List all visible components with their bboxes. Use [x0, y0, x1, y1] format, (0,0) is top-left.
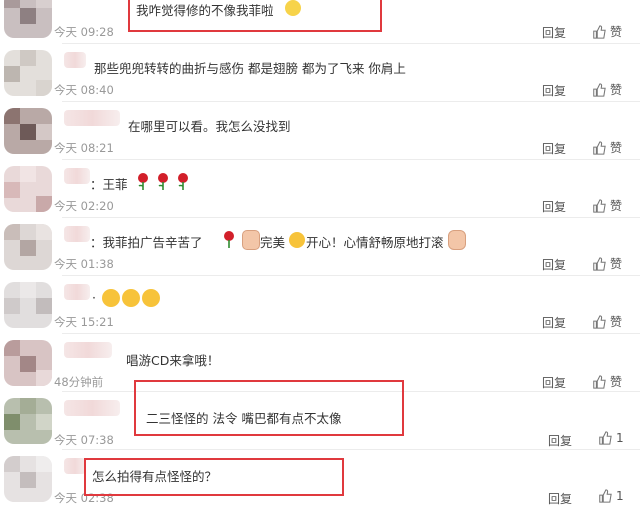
rose-icon: [136, 172, 150, 190]
like-label: 赞: [610, 199, 623, 213]
heart-eyes-icon: [102, 289, 120, 307]
avatar[interactable]: [4, 224, 52, 270]
highlight-box: [84, 458, 344, 496]
comment-time: 今天 15:21: [54, 315, 114, 329]
avatar[interactable]: [4, 0, 52, 38]
smile-face-icon: [289, 232, 305, 248]
avatar[interactable]: [4, 398, 52, 444]
thumbs-up-icon: [593, 140, 606, 155]
thumbs-up-emoji-icon: [242, 230, 260, 250]
comment-text-3: 开心！心情舒畅原地打滚: [306, 235, 444, 250]
comment-time: 48分钟前: [54, 375, 104, 389]
comment-row: 那些兜兜转转的曲折与感伤 都是翅膀 都为了飞来 你肩上 今天 08:40 回复 …: [0, 44, 640, 102]
username[interactable]: [64, 52, 86, 68]
like-button[interactable]: 赞: [592, 81, 622, 98]
username[interactable]: [64, 458, 86, 474]
avatar[interactable]: [4, 282, 52, 328]
comment-text: ·: [92, 290, 96, 305]
avatar[interactable]: [4, 340, 52, 386]
comment-text: 那些兜兜转转的曲折与感伤 都是翅膀 都为了飞来 你肩上: [94, 61, 406, 76]
comment-text-2: 完美: [260, 235, 286, 250]
comment-row: · 今天 15:21 回复 赞: [0, 276, 640, 334]
comment-text: ：王菲: [90, 177, 128, 192]
rolling-emoji-icon: [448, 230, 466, 250]
heart-eyes-icon: [142, 289, 160, 307]
highlight-box: [128, 0, 382, 32]
comment-row: ：我菲拍广告辛苦了 完美 开心！心情舒畅原地打滚 今天 01:38 回复 赞: [0, 218, 640, 276]
like-button[interactable]: 赞: [592, 313, 622, 330]
highlight-box: [134, 380, 404, 436]
like-count: 1: [616, 489, 624, 503]
comment-time: 今天 07:38: [54, 433, 114, 447]
like-count: 1: [616, 431, 624, 445]
like-button[interactable]: 1: [598, 431, 624, 445]
comment-time: 今天 08:21: [54, 141, 114, 155]
comment-row: 在哪里可以看。我怎么没找到 今天 08:21 回复 赞: [0, 102, 640, 160]
like-button[interactable]: 赞: [592, 23, 622, 40]
avatar[interactable]: [4, 50, 52, 96]
rose-icon: [156, 172, 170, 190]
username[interactable]: [64, 168, 90, 184]
reply-button[interactable]: 回复: [542, 256, 566, 273]
username[interactable]: [64, 342, 112, 358]
comment-text: ：我菲拍广告辛苦了: [90, 235, 203, 250]
username[interactable]: [64, 400, 120, 416]
thumbs-up-icon: [593, 374, 606, 389]
reply-button[interactable]: 回复: [542, 82, 566, 99]
thumbs-up-icon: [599, 431, 612, 445]
username[interactable]: [64, 284, 90, 300]
reply-button[interactable]: 回复: [542, 198, 566, 215]
reply-button[interactable]: 回复: [548, 432, 572, 449]
like-button[interactable]: 赞: [592, 255, 622, 272]
thumbs-up-icon: [593, 24, 606, 39]
reply-button[interactable]: 回复: [542, 314, 566, 331]
like-label: 赞: [610, 375, 623, 389]
comment-time: 今天 09:28: [54, 25, 114, 39]
reply-button[interactable]: 回复: [542, 24, 566, 41]
thumbs-up-icon: [593, 198, 606, 213]
comment-time: 今天 08:40: [54, 83, 114, 97]
thumbs-up-icon: [599, 489, 612, 503]
comment-row: ：王菲 今天 02:20 回复 赞: [0, 160, 640, 218]
comment-text: 唱游CD来拿哦！: [126, 353, 220, 368]
heart-eyes-icon: [122, 289, 140, 307]
reply-button[interactable]: 回复: [542, 140, 566, 157]
thumbs-up-icon: [593, 314, 606, 329]
reply-button[interactable]: 回复: [548, 490, 572, 507]
like-button[interactable]: 1: [598, 489, 624, 503]
avatar[interactable]: [4, 166, 52, 212]
comment-time: 今天 02:20: [54, 199, 114, 213]
like-label: 赞: [610, 315, 623, 329]
like-button[interactable]: 赞: [592, 373, 622, 390]
like-label: 赞: [610, 25, 623, 39]
like-label: 赞: [610, 141, 623, 155]
comment-text: 在哪里可以看。我怎么没找到: [128, 119, 291, 134]
username[interactable]: [64, 110, 120, 126]
thumbs-up-icon: [593, 256, 606, 271]
rose-icon: [222, 230, 236, 248]
like-button[interactable]: 赞: [592, 139, 622, 156]
like-label: 赞: [610, 83, 623, 97]
avatar[interactable]: [4, 456, 52, 502]
rose-icon: [176, 172, 190, 190]
avatar[interactable]: [4, 108, 52, 154]
comment-time: 今天 01:38: [54, 257, 114, 271]
like-button[interactable]: 赞: [592, 197, 622, 214]
thumbs-up-icon: [593, 82, 606, 97]
like-label: 赞: [610, 257, 623, 271]
reply-button[interactable]: 回复: [542, 374, 566, 391]
username[interactable]: [64, 226, 90, 242]
